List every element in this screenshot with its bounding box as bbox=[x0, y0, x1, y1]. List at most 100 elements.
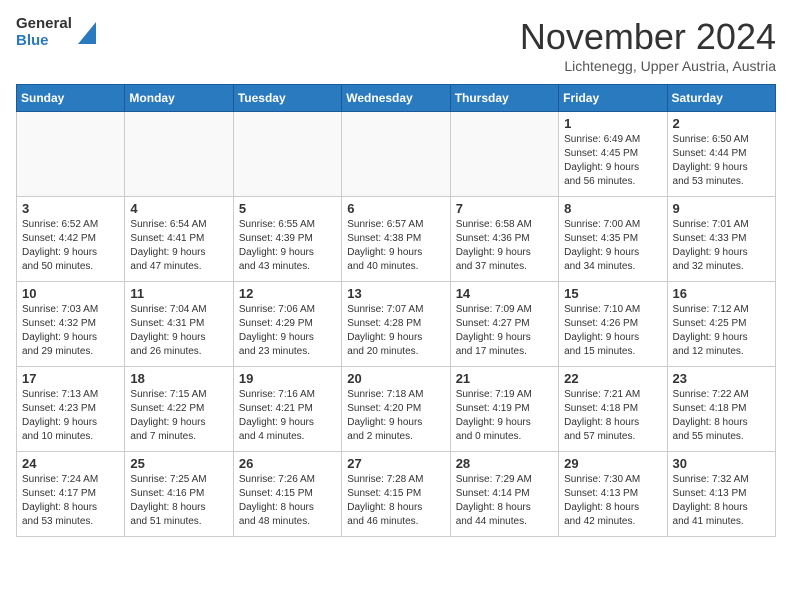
day-info: Sunrise: 7:07 AM Sunset: 4:28 PM Dayligh… bbox=[347, 303, 444, 359]
day-number: 27 bbox=[347, 456, 444, 471]
calendar-cell: 24Sunrise: 7:24 AM Sunset: 4:17 PM Dayli… bbox=[17, 452, 125, 537]
day-info: Sunrise: 7:25 AM Sunset: 4:16 PM Dayligh… bbox=[130, 473, 227, 529]
day-info: Sunrise: 7:00 AM Sunset: 4:35 PM Dayligh… bbox=[564, 218, 661, 274]
calendar-cell: 6 Sunrise: 6:57 AM Sunset: 4:38 PM Daylig… bbox=[342, 197, 450, 282]
calendar-cell: 10Sunrise: 7:03 AM Sunset: 4:32 PM Dayli… bbox=[17, 282, 125, 367]
day-number: 12 bbox=[239, 286, 336, 301]
calendar-week-2: 3 Sunrise: 6:52 AM Sunset: 4:42 PM Daylig… bbox=[17, 197, 776, 282]
logo-line2: Blue bbox=[16, 33, 72, 50]
logo: General Blue bbox=[16, 16, 96, 49]
day-number: 29 bbox=[564, 456, 661, 471]
day-number: 6 bbox=[347, 201, 444, 216]
day-number: 14 bbox=[456, 286, 553, 301]
day-info: Sunrise: 6:50 AM Sunset: 4:44 PM Dayligh… bbox=[673, 133, 770, 189]
day-info: Sunrise: 7:12 AM Sunset: 4:25 PM Dayligh… bbox=[673, 303, 770, 359]
weekday-header-monday: Monday bbox=[125, 85, 233, 112]
day-number: 18 bbox=[130, 371, 227, 386]
day-number: 15 bbox=[564, 286, 661, 301]
day-number: 13 bbox=[347, 286, 444, 301]
calendar-header: SundayMondayTuesdayWednesdayThursdayFrid… bbox=[17, 85, 776, 112]
weekday-header-wednesday: Wednesday bbox=[342, 85, 450, 112]
calendar-cell: 28Sunrise: 7:29 AM Sunset: 4:14 PM Dayli… bbox=[450, 452, 558, 537]
day-info: Sunrise: 6:54 AM Sunset: 4:41 PM Dayligh… bbox=[130, 218, 227, 274]
day-number: 25 bbox=[130, 456, 227, 471]
day-info: Sunrise: 7:26 AM Sunset: 4:15 PM Dayligh… bbox=[239, 473, 336, 529]
day-info: Sunrise: 6:52 AM Sunset: 4:42 PM Dayligh… bbox=[22, 218, 119, 274]
calendar-cell: 12 Sunrise: 7:06 AM Sunset: 4:29 PM Dayli… bbox=[233, 282, 341, 367]
logo-text: General Blue bbox=[16, 16, 72, 49]
day-number: 5 bbox=[239, 201, 336, 216]
day-info: Sunrise: 7:13 AM Sunset: 4:23 PM Dayligh… bbox=[22, 388, 119, 444]
day-info: Sunrise: 7:19 AM Sunset: 4:19 PM Dayligh… bbox=[456, 388, 553, 444]
day-number: 3 bbox=[22, 201, 119, 216]
day-number: 26 bbox=[239, 456, 336, 471]
calendar-week-4: 17 Sunrise: 7:13 AM Sunset: 4:23 PM Dayli… bbox=[17, 367, 776, 452]
calendar-cell: 7 Sunrise: 6:58 AM Sunset: 4:36 PM Daylig… bbox=[450, 197, 558, 282]
day-info: Sunrise: 7:15 AM Sunset: 4:22 PM Dayligh… bbox=[130, 388, 227, 444]
calendar-cell: 18 Sunrise: 7:15 AM Sunset: 4:22 PM Dayli… bbox=[125, 367, 233, 452]
calendar-cell: 4 Sunrise: 6:54 AM Sunset: 4:41 PM Daylig… bbox=[125, 197, 233, 282]
calendar-cell: 5 Sunrise: 6:55 AM Sunset: 4:39 PM Daylig… bbox=[233, 197, 341, 282]
day-number: 20 bbox=[347, 371, 444, 386]
day-number: 16 bbox=[673, 286, 770, 301]
calendar-cell bbox=[125, 112, 233, 197]
calendar-cell: 25 Sunrise: 7:25 AM Sunset: 4:16 PM Dayli… bbox=[125, 452, 233, 537]
month-title: November 2024 bbox=[520, 16, 776, 58]
day-number: 7 bbox=[456, 201, 553, 216]
day-info: Sunrise: 7:06 AM Sunset: 4:29 PM Dayligh… bbox=[239, 303, 336, 359]
calendar-cell bbox=[233, 112, 341, 197]
calendar-cell: 30Sunrise: 7:32 AM Sunset: 4:13 PM Dayli… bbox=[667, 452, 775, 537]
day-number: 1 bbox=[564, 116, 661, 131]
day-info: Sunrise: 7:28 AM Sunset: 4:15 PM Dayligh… bbox=[347, 473, 444, 529]
calendar-cell: 26 Sunrise: 7:26 AM Sunset: 4:15 PM Dayli… bbox=[233, 452, 341, 537]
calendar-table: SundayMondayTuesdayWednesdayThursdayFrid… bbox=[16, 84, 776, 537]
calendar-cell: 16 Sunrise: 7:12 AM Sunset: 4:25 PM Dayli… bbox=[667, 282, 775, 367]
calendar-week-5: 24Sunrise: 7:24 AM Sunset: 4:17 PM Dayli… bbox=[17, 452, 776, 537]
day-info: Sunrise: 6:55 AM Sunset: 4:39 PM Dayligh… bbox=[239, 218, 336, 274]
calendar-cell: 1 Sunrise: 6:49 AM Sunset: 4:45 PM Daylig… bbox=[559, 112, 667, 197]
day-info: Sunrise: 7:30 AM Sunset: 4:13 PM Dayligh… bbox=[564, 473, 661, 529]
day-info: Sunrise: 7:03 AM Sunset: 4:32 PM Dayligh… bbox=[22, 303, 119, 359]
day-number: 2 bbox=[673, 116, 770, 131]
calendar-cell: 9 Sunrise: 7:01 AM Sunset: 4:33 PM Daylig… bbox=[667, 197, 775, 282]
page-header: General Blue November 2024 Lichtenegg, U… bbox=[16, 16, 776, 74]
calendar-body: 1 Sunrise: 6:49 AM Sunset: 4:45 PM Daylig… bbox=[17, 112, 776, 537]
calendar-cell: 3 Sunrise: 6:52 AM Sunset: 4:42 PM Daylig… bbox=[17, 197, 125, 282]
calendar-cell bbox=[342, 112, 450, 197]
day-number: 28 bbox=[456, 456, 553, 471]
day-info: Sunrise: 7:16 AM Sunset: 4:21 PM Dayligh… bbox=[239, 388, 336, 444]
day-info: Sunrise: 6:49 AM Sunset: 4:45 PM Dayligh… bbox=[564, 133, 661, 189]
day-info: Sunrise: 6:57 AM Sunset: 4:38 PM Dayligh… bbox=[347, 218, 444, 274]
day-info: Sunrise: 7:24 AM Sunset: 4:17 PM Dayligh… bbox=[22, 473, 119, 529]
day-info: Sunrise: 7:32 AM Sunset: 4:13 PM Dayligh… bbox=[673, 473, 770, 529]
weekday-header-sunday: Sunday bbox=[17, 85, 125, 112]
day-number: 21 bbox=[456, 371, 553, 386]
logo-triangle-icon bbox=[78, 22, 96, 44]
day-number: 4 bbox=[130, 201, 227, 216]
calendar-cell: 2 Sunrise: 6:50 AM Sunset: 4:44 PM Daylig… bbox=[667, 112, 775, 197]
day-info: Sunrise: 7:04 AM Sunset: 4:31 PM Dayligh… bbox=[130, 303, 227, 359]
day-info: Sunrise: 7:01 AM Sunset: 4:33 PM Dayligh… bbox=[673, 218, 770, 274]
calendar-cell: 21 Sunrise: 7:19 AM Sunset: 4:19 PM Dayli… bbox=[450, 367, 558, 452]
day-info: Sunrise: 7:22 AM Sunset: 4:18 PM Dayligh… bbox=[673, 388, 770, 444]
logo-line1: General bbox=[16, 16, 72, 33]
title-area: November 2024 Lichtenegg, Upper Austria,… bbox=[520, 16, 776, 74]
weekday-header-friday: Friday bbox=[559, 85, 667, 112]
calendar-week-1: 1 Sunrise: 6:49 AM Sunset: 4:45 PM Daylig… bbox=[17, 112, 776, 197]
day-number: 22 bbox=[564, 371, 661, 386]
day-number: 11 bbox=[130, 286, 227, 301]
day-number: 9 bbox=[673, 201, 770, 216]
calendar-cell: 29 Sunrise: 7:30 AM Sunset: 4:13 PM Dayli… bbox=[559, 452, 667, 537]
day-info: Sunrise: 7:10 AM Sunset: 4:26 PM Dayligh… bbox=[564, 303, 661, 359]
day-info: Sunrise: 6:58 AM Sunset: 4:36 PM Dayligh… bbox=[456, 218, 553, 274]
weekday-header-thursday: Thursday bbox=[450, 85, 558, 112]
day-number: 17 bbox=[22, 371, 119, 386]
calendar-cell: 17 Sunrise: 7:13 AM Sunset: 4:23 PM Dayli… bbox=[17, 367, 125, 452]
calendar-cell: 13 Sunrise: 7:07 AM Sunset: 4:28 PM Dayli… bbox=[342, 282, 450, 367]
calendar-cell bbox=[17, 112, 125, 197]
calendar-cell: 8Sunrise: 7:00 AM Sunset: 4:35 PM Daylig… bbox=[559, 197, 667, 282]
calendar-cell: 20Sunrise: 7:18 AM Sunset: 4:20 PM Dayli… bbox=[342, 367, 450, 452]
day-number: 23 bbox=[673, 371, 770, 386]
weekday-row: SundayMondayTuesdayWednesdayThursdayFrid… bbox=[17, 85, 776, 112]
weekday-header-tuesday: Tuesday bbox=[233, 85, 341, 112]
